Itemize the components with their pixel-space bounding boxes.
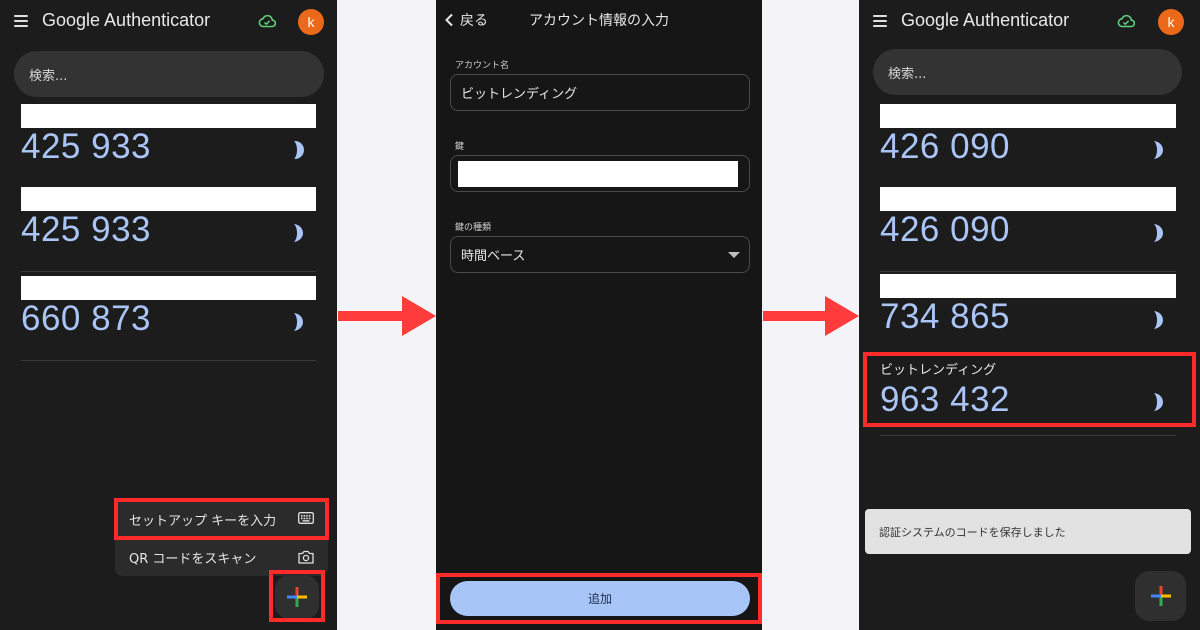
otp-code: 425 933 xyxy=(21,127,152,166)
redacted-account-name xyxy=(880,187,1176,211)
account-item[interactable]: 425 933 xyxy=(21,104,316,189)
top-bar: 戻る アカウント情報の入力 xyxy=(436,0,762,40)
divider xyxy=(880,271,1176,272)
dropdown-caret-icon xyxy=(728,252,740,258)
account-item[interactable]: 426 090 xyxy=(880,187,1176,272)
key-type-label: 鍵の種類 xyxy=(455,223,492,233)
camera-icon xyxy=(298,550,314,564)
otp-code: 660 873 xyxy=(21,299,152,338)
divider xyxy=(21,271,316,272)
scan-qr-item[interactable]: QR コードをスキャン xyxy=(115,538,328,576)
redacted-account-name xyxy=(880,104,1176,128)
divider xyxy=(880,435,1176,436)
account-item[interactable]: 734 865 xyxy=(880,274,1176,359)
otp-code: 734 865 xyxy=(880,297,1011,336)
account-name: ビットレンディング xyxy=(880,363,997,378)
redacted-key xyxy=(458,161,738,187)
snackbar: 認証システムのコードを保存しました xyxy=(865,509,1191,554)
divider xyxy=(21,360,316,361)
enter-setup-key-label: セットアップ キーを入力 xyxy=(129,513,277,529)
app-bar: Google Authenticator k xyxy=(0,0,337,44)
key-type-select[interactable]: 時間ベース xyxy=(450,236,750,273)
avatar[interactable]: k xyxy=(1158,9,1184,35)
account-name-field[interactable]: ビットレンディング xyxy=(450,74,750,111)
app-title: Google Authenticator xyxy=(42,10,211,30)
cloud-sync-icon[interactable] xyxy=(1117,14,1135,28)
cloud-sync-icon[interactable] xyxy=(258,14,276,28)
scan-qr-label: QR コードをスキャン xyxy=(129,551,257,567)
app-bar: Google Authenticator k xyxy=(859,0,1200,44)
add-fab[interactable] xyxy=(275,575,319,619)
app-title: Google Authenticator xyxy=(901,10,1070,30)
keyboard-icon xyxy=(298,512,314,524)
otp-code: 426 090 xyxy=(880,210,1011,249)
menu-icon[interactable] xyxy=(873,15,887,27)
key-label: 鍵 xyxy=(455,142,465,152)
account-item[interactable]: 660 873 xyxy=(21,276,316,361)
plus-icon xyxy=(1150,586,1171,606)
back-chevron-icon xyxy=(445,13,453,27)
timer-icon xyxy=(1154,393,1163,411)
enter-setup-key-item[interactable]: セットアップ キーを入力 xyxy=(115,500,328,538)
menu-icon[interactable] xyxy=(14,15,28,27)
account-name-label: アカウント名 xyxy=(455,61,510,71)
right-arrow-icon xyxy=(338,296,436,336)
timer-icon xyxy=(1154,311,1163,329)
fab-menu: セットアップ キーを入力 QR コードをスキャン xyxy=(115,500,328,576)
add-fab[interactable] xyxy=(1135,571,1186,621)
timer-icon xyxy=(1154,141,1163,159)
key-field[interactable] xyxy=(450,155,750,192)
otp-code: 426 090 xyxy=(880,127,1011,166)
screen-home-after: Google Authenticator k 検索... 426 090 426… xyxy=(859,0,1200,630)
right-arrow-icon xyxy=(763,296,859,336)
otp-code: 425 933 xyxy=(21,210,152,249)
page-title: アカウント情報の入力 xyxy=(529,13,669,29)
avatar[interactable]: k xyxy=(298,9,324,35)
timer-icon xyxy=(294,224,303,242)
redacted-account-name xyxy=(21,104,316,128)
redacted-account-name xyxy=(880,274,1176,298)
timer-icon xyxy=(1154,224,1163,242)
account-item[interactable]: 426 090 xyxy=(880,104,1176,189)
account-item[interactable]: 425 933 xyxy=(21,187,316,272)
screen-home-before: Google Authenticator k 検索... 425 933 425… xyxy=(0,0,337,630)
search-input[interactable]: 検索... xyxy=(14,51,324,97)
redacted-account-name xyxy=(21,276,316,300)
account-item-new[interactable]: ビットレンディング 963 432 xyxy=(880,354,1176,436)
timer-icon xyxy=(294,313,303,331)
back-label: 戻る xyxy=(460,13,488,29)
timer-icon xyxy=(294,141,304,159)
otp-code: 963 432 xyxy=(880,380,1011,419)
key-type-value: 時間ベース xyxy=(461,249,526,264)
plus-icon xyxy=(287,587,307,607)
add-button[interactable]: 追加 xyxy=(450,581,750,616)
search-input[interactable]: 検索... xyxy=(873,49,1182,95)
screen-enter-account: 戻る アカウント情報の入力 アカウント名 ビットレンディング 鍵 鍵の種類 時間… xyxy=(436,0,762,630)
back-button[interactable]: 戻る xyxy=(444,10,488,30)
redacted-account-name xyxy=(21,187,316,211)
